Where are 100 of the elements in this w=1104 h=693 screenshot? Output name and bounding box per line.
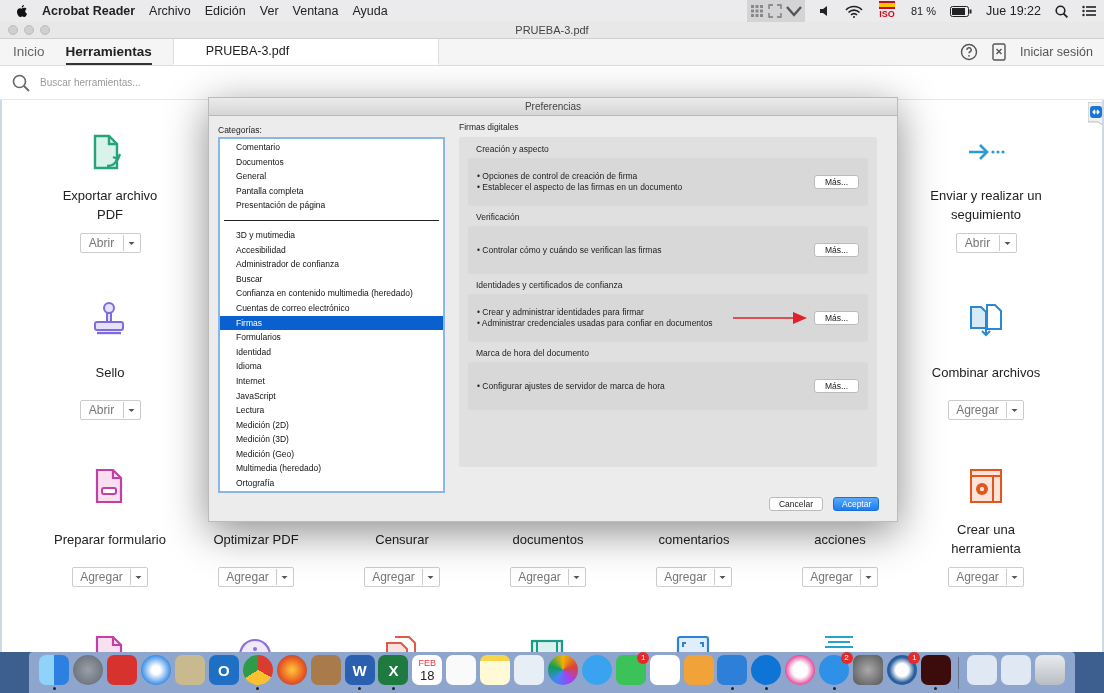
category-item[interactable]: JavaScript <box>220 388 443 404</box>
category-item[interactable]: Idioma <box>220 359 443 374</box>
fullscreen-icon[interactable] <box>768 4 782 18</box>
flag-label: ISO <box>879 9 895 19</box>
category-item[interactable]: General <box>220 169 443 184</box>
category-item[interactable]: Lectura <box>220 403 443 418</box>
sign-in-link[interactable]: Iniciar sesión <box>1020 45 1093 59</box>
menu-item[interactable]: Ver <box>259 4 279 18</box>
bullet-text: • Establecer el aspecto de las firmas en un documento <box>477 182 684 193</box>
apple-icon <box>16 4 28 18</box>
category-item[interactable]: Buscar <box>220 271 443 287</box>
search-icon[interactable] <box>1055 4 1068 18</box>
category-item[interactable]: Medición (3D) <box>220 432 443 447</box>
section-title: Creación y aspecto <box>475 143 550 156</box>
menu-item[interactable]: Archivo <box>149 4 191 18</box>
phone-close-icon[interactable] <box>992 43 1007 61</box>
tool-label: comentarios <box>657 530 731 549</box>
tool-label: Censurar <box>374 530 430 549</box>
tool-label: Preparar formulario <box>53 530 167 549</box>
clock[interactable]: Jue 19:22 <box>986 4 1041 18</box>
category-item[interactable]: Presentación de página <box>220 198 443 213</box>
gear-window-icon <box>967 468 1005 506</box>
category-item[interactable]: Medición (2D) <box>220 417 443 433</box>
section-title: Marca de hora del documento <box>475 347 590 360</box>
battery-icon[interactable] <box>950 5 973 17</box>
category-item[interactable]: Identidad <box>220 344 443 360</box>
tool-dropdown-button[interactable]: Agregar <box>948 567 1024 587</box>
bullet-text: • Administrar credenciales usadas para confiar en documentos <box>477 318 714 329</box>
category-item[interactable]: Administrador de confianza <box>220 257 443 272</box>
search-icon <box>12 73 30 92</box>
section-title: Identidades y certificados de confianza <box>475 279 624 292</box>
tool-label: Sello <box>94 363 126 382</box>
search-field[interactable]: Buscar herramientas... <box>38 76 302 89</box>
tool-label: Exportar archivo PDF <box>61 187 159 224</box>
notification-badge: 1 <box>908 652 921 664</box>
tool-dropdown-button[interactable]: Abrir <box>79 400 141 420</box>
tool-dropdown-button[interactable]: Agregar <box>656 567 732 587</box>
tool-label: Combinar archivos <box>930 363 1042 382</box>
more-button[interactable]: Más... <box>814 311 859 325</box>
tool-label: acciones <box>813 530 867 549</box>
bullet-text: • Controlar cómo y cuándo se verifican las firmas <box>477 244 663 256</box>
category-item[interactable]: Multimedia (heredado) <box>220 461 443 477</box>
category-item[interactable]: Accesibilidad <box>220 242 443 258</box>
more-button[interactable]: Más... <box>814 379 859 393</box>
tool-label: Crear una herramienta <box>950 521 1022 558</box>
document-tab[interactable]: PRUEBA-3.pdf <box>172 39 439 65</box>
category-item[interactable]: Ortografía <box>220 476 443 491</box>
chevron-icon[interactable] <box>786 5 802 17</box>
tool-dropdown-button[interactable]: Agregar <box>364 567 440 587</box>
menu-item[interactable]: Ayuda <box>352 4 388 18</box>
grid-icon[interactable] <box>750 4 764 18</box>
notepad-icon[interactable] <box>480 655 511 685</box>
category-item[interactable]: Confianza en contenido multimedia (heredado) <box>220 286 443 301</box>
tool-label: Optimizar PDF <box>212 530 300 549</box>
notification-badge: 1 <box>637 652 650 664</box>
app-menu[interactable]: Acrobat Reader <box>42 4 136 18</box>
section-title: Verificación <box>475 211 521 224</box>
tool-label: documentos <box>511 530 585 549</box>
category-item[interactable]: Firmas <box>220 315 443 331</box>
category-list[interactable] <box>218 137 445 493</box>
more-button[interactable]: Más... <box>814 175 859 189</box>
bullet-text: • Configurar ajustes de servidor de marca de hora <box>477 380 666 392</box>
category-item[interactable]: Medición (Geo) <box>220 446 443 462</box>
tool-label: Enviar y realizar un seguimiento <box>929 187 1043 224</box>
notification-badge: 2 <box>840 652 853 664</box>
battery-percent: 81 % <box>911 5 937 17</box>
letter-logo-icon[interactable]: X <box>378 655 409 685</box>
category-item[interactable]: Documentos <box>220 154 443 170</box>
letter-logo-icon[interactable]: O <box>208 655 239 685</box>
category-item[interactable]: Internet <box>220 373 443 389</box>
bullet-text: • Opciones de control de creación de firma <box>477 171 639 182</box>
wifi-icon[interactable] <box>845 4 863 18</box>
cancel-button[interactable]: Cancelar <box>768 497 823 511</box>
more-button[interactable]: Más... <box>814 243 859 257</box>
category-item[interactable]: Formularios <box>220 330 443 345</box>
combine-files-icon <box>967 301 1005 339</box>
dialog-title: Preferencias <box>209 98 897 116</box>
split-square-icon[interactable] <box>39 655 70 685</box>
menu-item[interactable]: Edición <box>204 4 246 18</box>
list-icon[interactable] <box>1082 5 1096 17</box>
tool-dropdown-button[interactable]: Abrir <box>955 233 1017 253</box>
tool-dropdown-button[interactable]: Agregar <box>218 567 294 587</box>
tab[interactable]: Inicio <box>13 39 45 65</box>
tool-dropdown-button[interactable]: Abrir <box>79 233 141 253</box>
window-title: PRUEBA-3.pdf <box>514 24 590 36</box>
menu-item[interactable]: Ventana <box>292 4 339 18</box>
pane-title: Firmas digitales <box>459 121 520 134</box>
category-item[interactable]: Comentario <box>220 140 443 155</box>
category-item[interactable]: 3D y mutimedia <box>220 227 443 243</box>
tool-dropdown-button[interactable]: Agregar <box>948 400 1024 420</box>
category-item[interactable]: Pantalla completa <box>220 183 443 199</box>
help-icon[interactable] <box>960 43 979 61</box>
tool-dropdown-button[interactable]: Agregar <box>72 567 148 587</box>
category-item[interactable]: Cuentas de correo electrónico <box>220 300 443 316</box>
calendar-icon[interactable]: FEB 18 <box>412 655 443 685</box>
categories-label: Categorías: <box>218 125 263 137</box>
bullet-text: • Crear y administrar identidades para firmar <box>477 307 645 318</box>
tool-dropdown-button[interactable]: Agregar <box>510 567 586 587</box>
letter-logo-icon[interactable]: W <box>344 655 375 685</box>
tool-dropdown-button[interactable]: Agregar <box>802 567 878 587</box>
